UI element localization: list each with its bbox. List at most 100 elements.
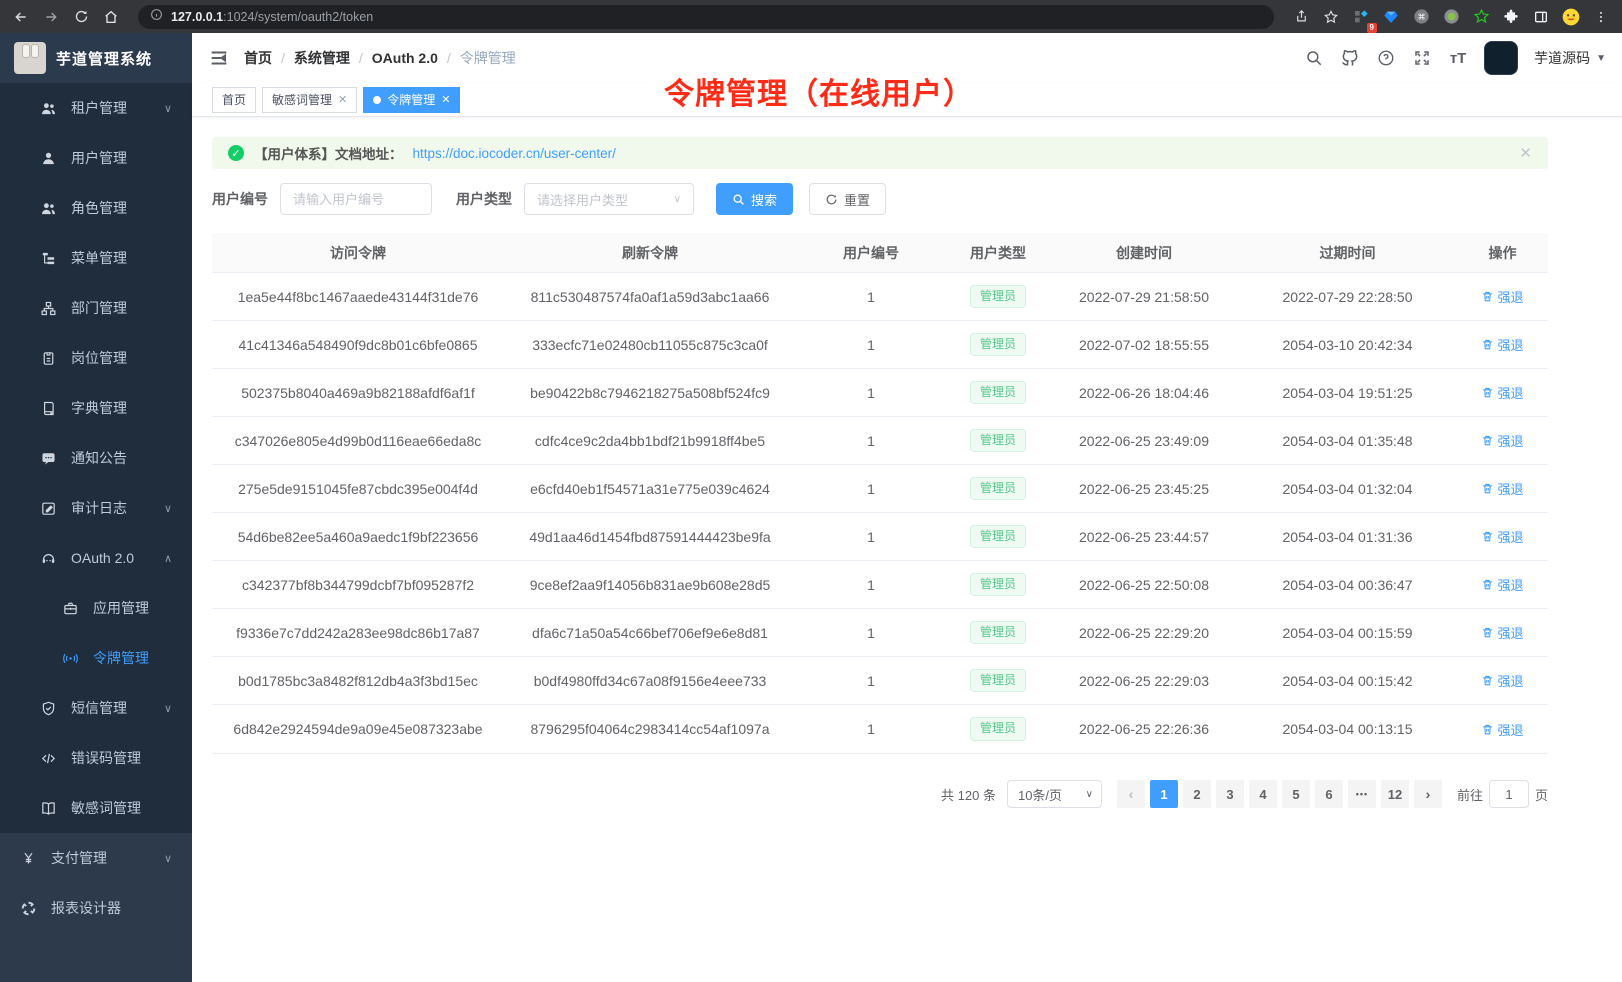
extensions-puzzle-icon[interactable] [1498,4,1524,30]
page-button-5[interactable]: 5 [1282,780,1310,808]
force-logout-button[interactable]: 强退 [1481,623,1523,642]
page-button-4[interactable]: 4 [1249,780,1277,808]
close-icon[interactable]: ✕ [338,93,347,106]
tab-敏感词管理[interactable]: 敏感词管理✕ [262,87,357,113]
help-icon[interactable] [1376,48,1396,68]
browser-menu-kebab-icon[interactable] [1588,4,1614,30]
home-icon[interactable] [98,4,124,30]
sidebar-item-user[interactable]: 用户管理 [0,133,192,183]
create-time-cell: 2022-06-25 22:29:03 [1050,673,1238,689]
reload-icon[interactable] [68,4,94,30]
create-time-cell: 2022-07-02 18:55:55 [1050,337,1238,353]
roles-icon [40,200,57,217]
force-logout-label: 强退 [1497,383,1523,402]
access-token-cell: c342377bf8b344799dcbf7bf095287f2 [212,577,504,593]
page-ellipsis[interactable]: ••• [1348,780,1376,808]
sidebar-item-roles[interactable]: 角色管理 [0,183,192,233]
app-header: 首页/系统管理/OAuth 2.0/令牌管理 тT 芋道源码▼ [192,33,1622,83]
doc-link[interactable]: https://doc.iocoder.cn/user-center/ [413,146,616,161]
profile-avatar-icon[interactable] [1558,4,1584,30]
force-logout-button[interactable]: 强退 [1481,575,1523,594]
next-page-button[interactable]: › [1414,780,1442,808]
reset-button[interactable]: 重置 [809,183,886,215]
prev-page-button[interactable]: ‹ [1117,780,1145,808]
dict-book-icon [40,400,57,417]
pagination: 共 120 条 10条/页 ∨ ‹ 123456•••12 › 前往 页 [212,780,1548,808]
notice-message-icon [40,450,57,467]
extension-grid-icon[interactable]: 9 [1348,4,1374,30]
force-logout-button[interactable]: 强退 [1481,527,1523,546]
url-host: 127.0.0.1 [171,10,223,24]
force-logout-button[interactable]: 强退 [1481,383,1523,402]
sidebar-item-app-briefcase[interactable]: 应用管理 [0,583,192,633]
collapse-sidebar-icon[interactable] [208,47,230,69]
breadcrumb-item[interactable]: 首页 [244,48,272,68]
force-logout-button[interactable]: 强退 [1481,671,1523,690]
sidebar-item-audit-log[interactable]: 审计日志∨ [0,483,192,533]
site-info-icon[interactable] [150,8,163,26]
close-icon[interactable]: ✕ [441,93,450,106]
table-row: c347026e805e4d99b0d116eae66eda8ccdfc4ce9… [212,417,1548,465]
app-logo[interactable]: 芋道管理系统 [0,33,192,83]
sidebar-item-post-badge[interactable]: 岗位管理 [0,333,192,383]
extension-gem-icon[interactable] [1378,4,1404,30]
sidebar-item-org-tree[interactable]: 部门管理 [0,283,192,333]
force-logout-label: 强退 [1497,575,1523,594]
user-menu[interactable]: 芋道源码▼ [1534,48,1606,68]
force-logout-button[interactable]: 强退 [1481,720,1523,739]
page-buttons: 123456•••12 [1150,780,1409,808]
force-logout-button[interactable]: 强退 [1481,335,1523,354]
extension-command-icon[interactable]: ⌘ [1408,4,1434,30]
chevron-down-icon: ∨ [164,502,172,515]
side-panel-icon[interactable] [1528,4,1554,30]
page-button-3[interactable]: 3 [1216,780,1244,808]
sidebar-item-notice-message[interactable]: 通知公告 [0,433,192,483]
force-logout-button[interactable]: 强退 [1481,479,1523,498]
breadcrumb-item: 令牌管理 [460,48,516,68]
force-logout-button[interactable]: 强退 [1481,431,1523,450]
user-type-select[interactable]: 请选择用户类型 ∨ [524,183,694,215]
sidebar-item-dict-book[interactable]: 字典管理 [0,383,192,433]
address-bar[interactable]: 127.0.0.1:1024/system/oauth2/token [138,5,1274,29]
search-button[interactable]: 搜索 [716,183,793,215]
sidebar-filler [0,933,192,982]
sidebar-item-sensitive-book[interactable]: 敏感词管理 [0,783,192,833]
page-button-12[interactable]: 12 [1381,780,1409,808]
user-id-input[interactable] [280,183,432,215]
sidebar-item-menu-tree[interactable]: 菜单管理 [0,233,192,283]
goto-page-input[interactable] [1489,780,1529,808]
sidebar-item-token-signal[interactable]: 令牌管理 [0,633,192,683]
fullscreen-icon[interactable] [1412,48,1432,68]
force-logout-label: 强退 [1497,479,1523,498]
search-icon[interactable] [1304,48,1324,68]
force-logout-button[interactable]: 强退 [1481,287,1523,306]
sidebar-item-label: 字典管理 [71,398,192,418]
font-size-icon[interactable]: тT [1448,48,1468,68]
extension-record-icon[interactable] [1438,4,1464,30]
extension-star-icon[interactable] [1468,4,1494,30]
page-button-6[interactable]: 6 [1315,780,1343,808]
page-button-2[interactable]: 2 [1183,780,1211,808]
sidebar-item-errorcode[interactable]: 错误码管理 [0,733,192,783]
user-avatar[interactable] [1484,41,1518,75]
back-icon[interactable] [8,4,34,30]
alert-close-icon[interactable]: ✕ [1519,144,1532,162]
sidebar-item-tenant-users[interactable]: 租户管理∨ [0,83,192,133]
page-button-1[interactable]: 1 [1150,780,1178,808]
page-size-select[interactable]: 10条/页 ∨ [1007,780,1102,808]
sidebar-item-label: 部门管理 [71,298,192,318]
refresh-token-cell: b0df4980ffd34c67a08f9156e4eee733 [504,673,796,689]
table-header-row: 访问令牌刷新令牌用户编号用户类型创建时间过期时间操作 [212,233,1548,273]
sidebar-item-report-designer[interactable]: 报表设计器 [0,883,192,933]
breadcrumb-item[interactable]: OAuth 2.0 [372,50,438,66]
sidebar-item-oauth-headset[interactable]: OAuth 2.0∧ [0,533,192,583]
sidebar-item-pay-yen[interactable]: 支付管理∨ [0,833,192,883]
forward-icon[interactable] [38,4,64,30]
sidebar-item-sms-shield[interactable]: 短信管理∨ [0,683,192,733]
share-icon[interactable] [1288,4,1314,30]
breadcrumb-item[interactable]: 系统管理 [294,48,350,68]
github-icon[interactable] [1340,48,1360,68]
tab-首页[interactable]: 首页 [212,87,256,113]
bookmark-star-icon[interactable] [1318,4,1344,30]
tab-令牌管理[interactable]: 令牌管理✕ [363,87,460,113]
